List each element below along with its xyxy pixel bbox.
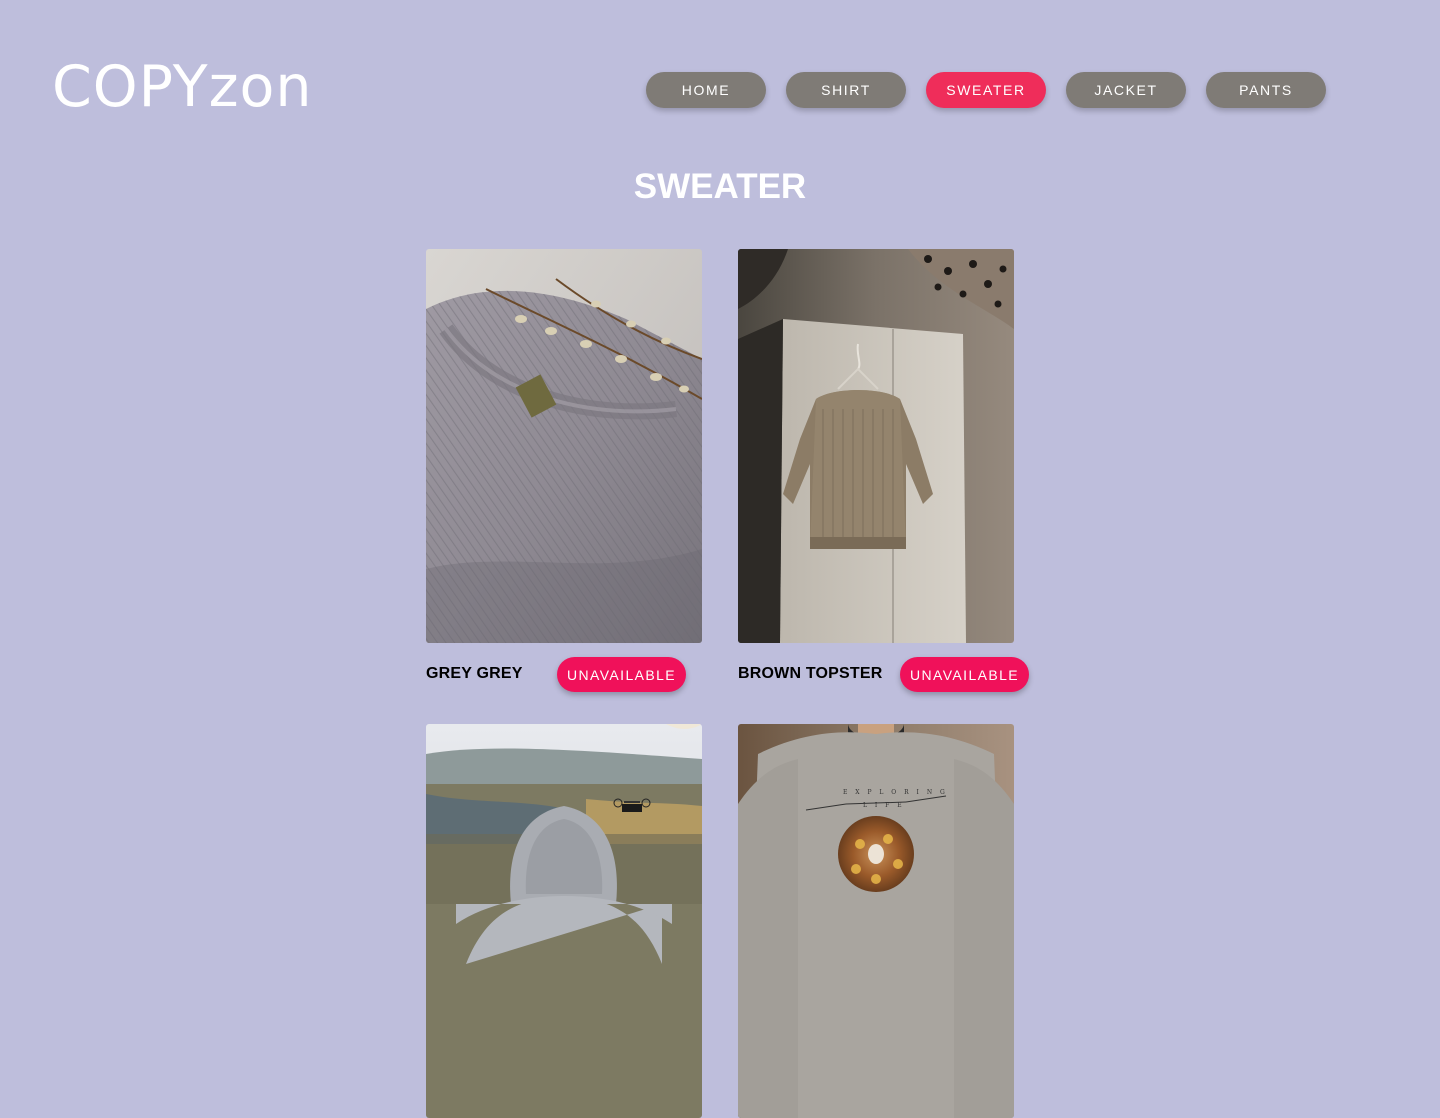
product-card bbox=[426, 724, 702, 1118]
product-card: GREY GREY UNAVAILABLE bbox=[426, 249, 702, 692]
nav-shirt-button[interactable]: SHIRT bbox=[786, 72, 906, 108]
svg-text:L I F E: L I F E bbox=[863, 802, 905, 809]
product-name: BROWN TOPSTER bbox=[738, 665, 883, 682]
product-image-grey-sweater[interactable] bbox=[426, 249, 702, 643]
product-image-brown-sweater[interactable] bbox=[738, 249, 1014, 643]
unavailable-button[interactable]: UNAVAILABLE bbox=[557, 657, 687, 692]
main-nav: HOME SHIRT SWEATER JACKET PANTS bbox=[646, 72, 1326, 108]
header: COPYzon HOME SHIRT SWEATER JACKET PANTS bbox=[0, 0, 1440, 150]
product-card: BROWN TOPSTER UNAVAILABLE bbox=[738, 249, 1030, 692]
product-name: GREY GREY bbox=[426, 665, 523, 682]
product-image-printed-sweatshirt[interactable]: E X P L O R I N G L I F E bbox=[738, 724, 1014, 1118]
unavailable-button[interactable]: UNAVAILABLE bbox=[900, 657, 1030, 692]
nav-sweater-button[interactable]: SWEATER bbox=[926, 72, 1046, 108]
site-logo[interactable]: COPYzon bbox=[52, 52, 313, 122]
product-image-grey-hoodie[interactable] bbox=[426, 724, 702, 1118]
nav-pants-button[interactable]: PANTS bbox=[1206, 72, 1326, 108]
nav-home-button[interactable]: HOME bbox=[646, 72, 766, 108]
nav-jacket-button[interactable]: JACKET bbox=[1066, 72, 1186, 108]
product-card: E X P L O R I N G L I F E bbox=[738, 724, 1014, 1118]
page-title: SWEATER bbox=[633, 167, 807, 206]
svg-text:E X P L O R I N G: E X P L O R I N G bbox=[843, 789, 948, 796]
